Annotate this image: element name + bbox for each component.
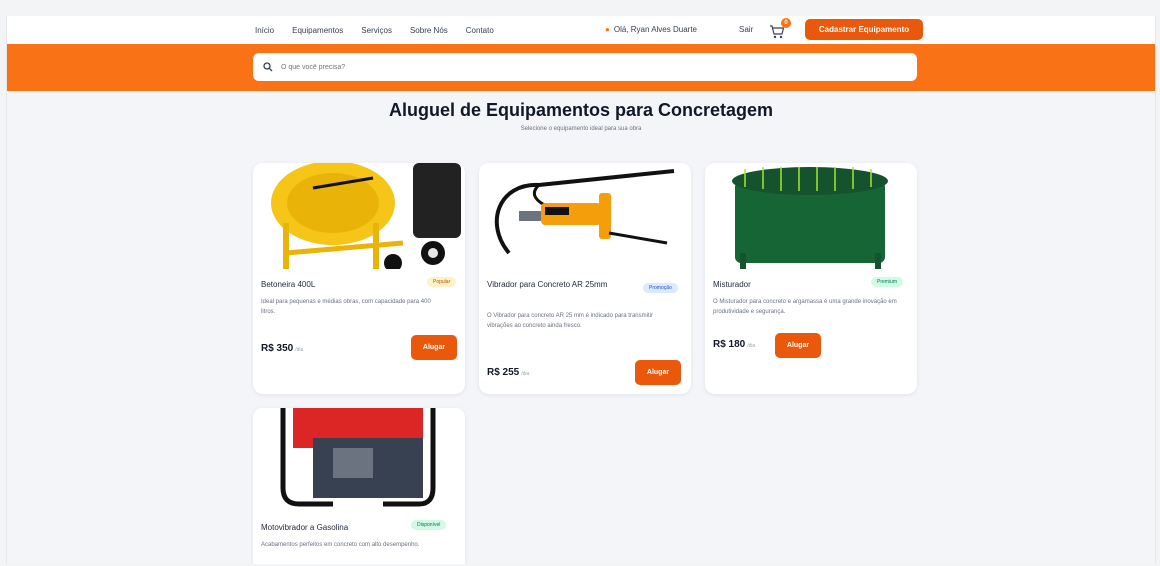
vibrador-image bbox=[479, 163, 691, 269]
logout-link[interactable]: Sair bbox=[739, 25, 753, 34]
user-greeting: ● Olá, Ryan Alves Duarte bbox=[605, 25, 697, 34]
search-band bbox=[7, 44, 1155, 91]
rent-button[interactable]: Alugar bbox=[635, 360, 681, 385]
product-description: Acabamentos perfeitos em concreto com al… bbox=[261, 542, 420, 548]
product-card-motovibrador: Motovibrador a Gasolina Disponível Acaba… bbox=[253, 408, 465, 564]
product-card-misturador: Misturador Premium O Misturador para con… bbox=[705, 163, 917, 394]
price-value: R$ 180 bbox=[713, 339, 746, 350]
nav-link-equipamentos[interactable]: Equipamentos bbox=[292, 26, 343, 35]
price-unit: /dia bbox=[521, 371, 530, 377]
product-description: Ideal para pequenas e médias obras, com … bbox=[261, 299, 431, 315]
app-window: Início Equipamentos Serviços Sobre Nós C… bbox=[6, 16, 1156, 564]
product-name: Betoneira 400L bbox=[261, 280, 316, 289]
search-icon bbox=[263, 62, 273, 72]
page-title: Aluguel de Equipamentos para Concretagem bbox=[388, 100, 774, 120]
betoneira-image bbox=[253, 163, 465, 269]
cart-count-badge: 0 bbox=[781, 18, 791, 28]
search-input[interactable] bbox=[279, 62, 883, 72]
available-badge: Disponível bbox=[411, 520, 447, 530]
price-value: R$ 255 bbox=[487, 367, 520, 378]
product-description: O Vibrador para concreto AR 25 mm é indi… bbox=[487, 313, 653, 329]
product-price: R$ 255/dia bbox=[487, 367, 529, 378]
greeting-text: Olá, Ryan Alves Duarte bbox=[613, 25, 697, 34]
product-price: R$ 350/dia bbox=[261, 343, 303, 354]
nav-link-sobre[interactable]: Sobre Nós bbox=[410, 26, 448, 35]
nav-link-contato[interactable]: Contato bbox=[466, 26, 494, 35]
product-price: R$ 180/dia bbox=[713, 339, 755, 350]
nav-link-servicos[interactable]: Serviços bbox=[361, 26, 392, 35]
price-value: R$ 350 bbox=[261, 343, 294, 354]
popular-badge: Popular bbox=[427, 277, 457, 287]
search-box[interactable] bbox=[253, 53, 917, 81]
rent-button[interactable]: Alugar bbox=[775, 333, 821, 358]
nav-inner: Início Equipamentos Serviços Sobre Nós C… bbox=[255, 16, 923, 44]
product-name: Misturador bbox=[713, 280, 751, 289]
register-equipment-button[interactable]: Cadastrar Equipamento bbox=[805, 19, 923, 40]
premium-badge: Premium bbox=[871, 277, 904, 287]
product-description: O Misturador para concreto e argamassa é… bbox=[713, 299, 897, 315]
top-navbar: Início Equipamentos Serviços Sobre Nós C… bbox=[7, 16, 1155, 44]
cart-button[interactable]: 0 bbox=[769, 18, 791, 40]
motovibrador-image bbox=[253, 408, 465, 514]
price-unit: /dia bbox=[295, 347, 304, 353]
user-icon: ● bbox=[605, 25, 610, 34]
product-card-vibrador: Vibrador para Concreto AR 25mm Promoção … bbox=[479, 163, 691, 394]
price-unit: /dia bbox=[747, 343, 756, 349]
misturador-image bbox=[705, 163, 917, 269]
product-name: Motovibrador a Gasolina bbox=[261, 523, 349, 532]
promo-badge: Promoção bbox=[643, 283, 678, 293]
product-card-betoneira: Betoneira 400L Popular Ideal para pequen… bbox=[253, 163, 465, 394]
product-name: Vibrador para Concreto AR 25mm bbox=[487, 280, 608, 289]
page-subtitle: Selecione o equipamento ideal para sua o… bbox=[520, 126, 642, 132]
rent-button[interactable]: Alugar bbox=[411, 335, 457, 360]
nav-link-inicio[interactable]: Início bbox=[255, 26, 274, 35]
